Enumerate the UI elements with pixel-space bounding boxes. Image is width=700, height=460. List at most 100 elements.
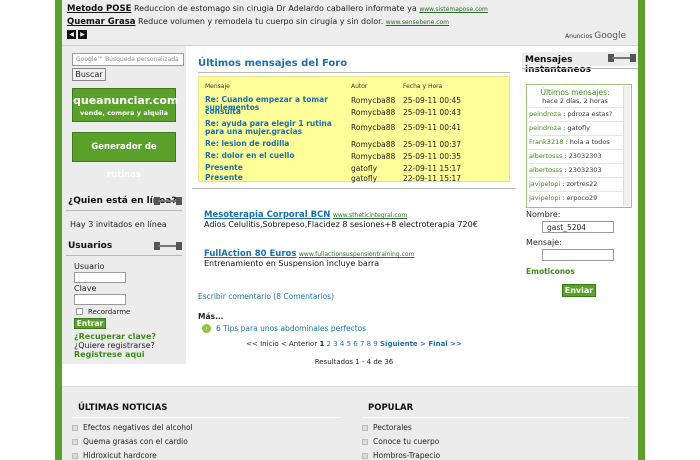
post-author: Romycba88 (351, 140, 396, 149)
list-item: albertosss : 23032303 (529, 149, 623, 161)
list-item: javipelopi : erpoco29 (529, 191, 623, 203)
username-input[interactable] (74, 272, 126, 283)
shout-author[interactable]: albertosss (529, 166, 562, 174)
post-author: Romycba88 (351, 123, 396, 132)
shout-name-input[interactable]: gast_5204 (542, 221, 614, 233)
forum-post-link[interactable]: Presente (205, 164, 345, 172)
shout-author[interactable]: peindroza (529, 110, 561, 118)
post-author: gatofly (351, 174, 378, 183)
shoutbox-scrollbar[interactable] (623, 86, 630, 206)
ad-url[interactable]: www.sensebene.com (386, 19, 449, 26)
bullet-icon (72, 439, 78, 445)
list-item: javipelopi : zortres22 (529, 177, 623, 189)
more-label: Más... (198, 312, 224, 321)
news-item[interactable]: Efectos negativos del alcohol (72, 423, 193, 432)
popular-title: POPULAR (368, 403, 414, 413)
rutinas-banner[interactable]: Generador de rutinas (72, 132, 176, 180)
users-title: Usuarios (68, 241, 113, 251)
news-item[interactable]: Quema grasas con el cardio (72, 437, 188, 446)
username-label: Usuario (74, 262, 105, 271)
shout-author[interactable]: javipelopi (529, 180, 560, 188)
post-date: 25-09-11 00:37 (403, 140, 462, 149)
name-label: Nombre: (526, 210, 561, 219)
post-author: Romycba88 (351, 152, 396, 161)
search-input[interactable]: Google™ Búsqueda personalizada (72, 53, 184, 66)
main-content: Últimos mensajes del Foro Mensaje Autor … (192, 46, 516, 366)
ad-url[interactable]: www.sistemapose.com (419, 6, 488, 13)
forum-post-link[interactable]: Re: ayuda para elegir 1 rutina para una … (205, 120, 345, 136)
emoticons-link[interactable]: Emoticonos (526, 267, 575, 276)
password-input[interactable] (74, 294, 126, 305)
shout-message-input[interactable] (542, 249, 614, 261)
pager-prev[interactable]: << Inicio < Anterior (246, 340, 317, 348)
table-row: Presente gatofly 22-09-11 15:17 (199, 173, 511, 185)
more-article-link[interactable]: 6 Tips para unos abdominales perfectos (216, 324, 366, 333)
shout-author[interactable]: Frank3218 (529, 138, 563, 146)
shout-author[interactable]: peindroza (529, 124, 561, 132)
col-header-mensaje: Mensaje (205, 83, 230, 90)
popular-item-label: Pectorales (373, 423, 412, 432)
post-date: 25-09-11 00:41 (403, 123, 462, 132)
bullet-icon (72, 425, 78, 431)
news-item-label: Quema grasas con el cardio (83, 437, 188, 446)
forum-post-link[interactable]: Presente (205, 174, 345, 182)
post-author: Romycba88 (351, 108, 396, 117)
sponsored-ad[interactable]: FullAction 80 Euros www.fullactionsuspen… (204, 249, 510, 268)
list-item: albertosss : 23032303 (529, 163, 623, 175)
shout-author[interactable]: javipelopi (529, 194, 560, 202)
table-row: Re: ayuda para elegir 1 rutina para una … (199, 119, 511, 139)
send-button[interactable]: Enviar (562, 284, 596, 297)
ad-item[interactable]: Quemar Grasa Reduce volumen y remodela t… (67, 17, 449, 27)
sponsored-title[interactable]: Mesoterapia Corporal BCN (204, 210, 330, 220)
pager-next[interactable]: Siguiente > Final >> (380, 340, 462, 348)
register-link[interactable]: Registrese aqui (74, 350, 145, 359)
shout-author[interactable]: albertosss (529, 152, 562, 160)
shout-text: hola a todos (569, 138, 610, 146)
sponsored-url[interactable]: www.stheticintegral.com (333, 212, 407, 219)
col-header-fecha: Fecha y Hora (403, 83, 443, 90)
ad-title[interactable]: Quemar Grasa (67, 17, 136, 27)
footer-panels: ÚLTIMAS NOTICIAS Efectos negativos del a… (62, 386, 638, 460)
next-arrow-icon[interactable]: ▶ (78, 30, 87, 39)
forum-table: Mensaje Autor Fecha y Hora Re: Cuando em… (198, 76, 511, 185)
pagination: << Inicio < Anterior 1 2 3 4 5 6 7 8 9 S… (192, 340, 516, 348)
table-row: Re: Cuando empezar a tomar suplementos R… (199, 95, 511, 112)
divider (72, 417, 340, 418)
ad-item[interactable]: Metodo POSE Reduccion de estomago sin ci… (67, 4, 488, 14)
page: Metodo POSE Reduccion de estomago sin ci… (62, 0, 638, 460)
prev-arrow-icon[interactable]: ◀ (67, 30, 76, 39)
post-date: 22-09-11 15:17 (403, 164, 462, 173)
sponsored-title[interactable]: FullAction 80 Euros (204, 249, 296, 259)
divider (198, 72, 510, 73)
right-sidebar: Mensajes instantaneos Últimos mensajes: … (522, 46, 638, 346)
post-date: 25-09-11 00:35 (403, 152, 462, 161)
forum-post-link[interactable]: Re: dolor en el cuello (205, 152, 345, 160)
recover-password-link[interactable]: ¿Recuperar clave? (74, 332, 156, 341)
forum-post-link[interactable]: consulta (205, 108, 345, 116)
banner-subtitle: vende, compra y alquila (80, 109, 168, 117)
forum-post-link[interactable]: Re: lesion de rodilla (205, 140, 345, 148)
pager-pages[interactable]: 2 3 4 5 6 7 8 9 (327, 340, 378, 348)
ad-title[interactable]: Metodo POSE (67, 4, 131, 14)
queanunciar-banner[interactable]: queanunciar.com vende, compra y alquila (72, 88, 178, 122)
remember-checkbox[interactable] (76, 308, 83, 315)
dumbbell-icon (608, 54, 636, 62)
popular-item[interactable]: Pectorales (362, 423, 412, 432)
shout-text: erpoco29 (566, 194, 598, 202)
divider (522, 68, 638, 69)
bullet-icon (72, 453, 78, 459)
comment-link[interactable]: Escribir comentario (8 Comentarios) (198, 292, 334, 301)
forum-title: Últimos mensajes del Foro (198, 58, 348, 69)
post-date: 25-09-11 00:43 (403, 108, 462, 117)
right-green-border (638, 0, 645, 460)
ad-text: Reduce volumen y remodela tu cuerpo sin … (138, 17, 384, 26)
results-count: Resultados 1 - 4 de 36 (314, 358, 394, 366)
login-button[interactable]: Entrar (74, 318, 106, 329)
sponsored-url[interactable]: www.fullactionsuspensiontraining.com (299, 251, 414, 258)
search-button[interactable]: Buscar (72, 68, 106, 81)
popular-item[interactable]: Conoce tu cuerpo (362, 437, 439, 446)
ads-brand[interactable]: Anuncios Google (565, 31, 626, 41)
popular-item[interactable]: Hombros-Trapecio (362, 451, 440, 460)
sponsored-ad[interactable]: Mesoterapia Corporal BCN www.stheticinte… (204, 210, 510, 229)
news-item[interactable]: Hidroxicut hardcore (72, 451, 157, 460)
